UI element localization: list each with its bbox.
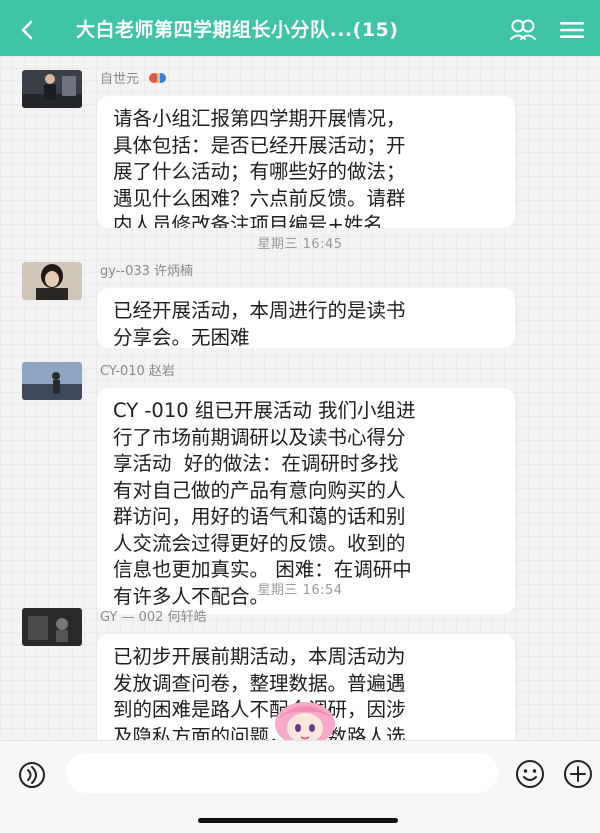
sticker-overlay: [272, 698, 338, 740]
emoji-badge-icon: [149, 73, 167, 83]
avatar[interactable]: [22, 262, 82, 300]
group-members-icon: [510, 19, 536, 40]
voice-button[interactable]: [14, 757, 50, 793]
anime-girl-sticker-icon: [275, 702, 335, 740]
home-indicator[interactable]: [198, 818, 398, 823]
sender-name: 自世元: [100, 70, 169, 90]
voice-icon: [19, 762, 45, 788]
hamburger-menu-icon: [560, 22, 584, 38]
back-button[interactable]: [8, 10, 48, 50]
chat-title: 大白老师第四学期组长小分队...(15): [76, 19, 399, 41]
chat-message-list[interactable]: 自世元 请各小组汇报第四学期开展情况， 具体包括：是否已经开展活动；开 展了什么…: [0, 56, 600, 740]
message-bubble[interactable]: 请各小组汇报第四学期开展情况， 具体包括：是否已经开展活动；开 展了什么活动；有…: [97, 96, 515, 228]
emoji-icon: [516, 760, 544, 788]
chat-header: 大白老师第四学期组长小分队...(15): [0, 0, 600, 56]
message-bubble[interactable]: 已经开展活动，本周进行的是读书 分享会。无困难: [97, 288, 515, 348]
timestamp: 星期三 16:54: [257, 583, 343, 598]
avatar[interactable]: [22, 70, 82, 108]
avatar[interactable]: [22, 362, 82, 400]
sender-name: gy--033 许炳楠: [100, 264, 194, 279]
group-members-button[interactable]: [504, 12, 542, 48]
message-input[interactable]: [66, 753, 498, 793]
menu-button[interactable]: [552, 12, 592, 48]
emoji-button[interactable]: [512, 756, 548, 792]
avatar[interactable]: [22, 608, 82, 646]
sender-name: GY — 002 何轩皓: [100, 610, 207, 625]
sender-name: CY-010 赵岩: [100, 364, 175, 379]
more-options-button[interactable]: [560, 756, 596, 792]
timestamp: 星期三 16:45: [257, 237, 343, 252]
plus-icon: [564, 760, 592, 788]
chevron-left-icon: [21, 20, 33, 40]
